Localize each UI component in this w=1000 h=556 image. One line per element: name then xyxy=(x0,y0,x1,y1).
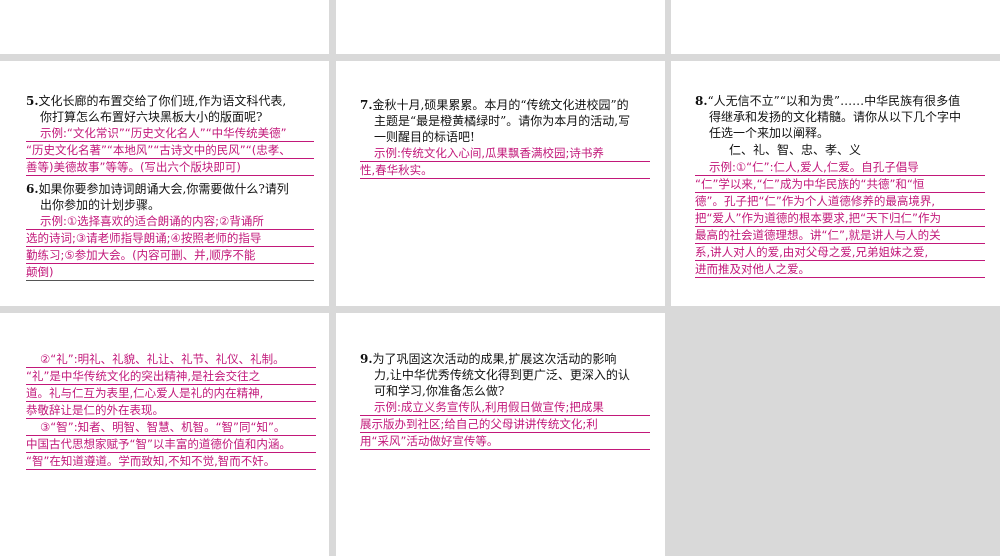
q5-text: 文化长廊的布置交给了你们班,作为语文科代表, xyxy=(38,94,287,108)
answer-line: 示例:“文化常识”“历史文化名人”“中华传统美德” xyxy=(26,125,314,142)
q6-text: 如果你要参加诗词朗诵大会,你需要做什么?请列 xyxy=(38,182,289,196)
answer-rule xyxy=(26,280,314,281)
answer-line: 德”。孔子把“仁”作为个人道德修养的最高境界, xyxy=(695,193,985,210)
panel-q9: 9.为了巩固这次活动的成果,扩展这次活动的影响 力,让中华优秀传统文化得到更广泛… xyxy=(336,313,665,556)
answer-line: 道。礼与仁互为表里,仁心爱人是礼的内在精神, xyxy=(26,385,316,402)
q8-number: 8. xyxy=(695,94,708,108)
q9-text-3: 可和学习,你准备怎么做? xyxy=(374,384,505,398)
question-9: 9.为了巩固这次活动的成果,扩展这次活动的影响 力,让中华优秀传统文化得到更广泛… xyxy=(360,351,650,450)
q6-text-2: 出你参加的计划步骤。 xyxy=(40,198,161,212)
answer-line: 最高的社会道德理想。讲“仁”,就是讲人与人的关 xyxy=(695,227,985,244)
q9-text: 为了巩固这次活动的成果,扩展这次活动的影响 xyxy=(372,352,617,366)
answer-line: 系,讲人对人的爱,由对父母之爱,兄弟姐妹之爱, xyxy=(695,244,985,261)
q7-text-3: 一则醒目的标语吧! xyxy=(374,130,475,144)
top-panel-middle xyxy=(336,0,665,54)
answer-line: 示例:成立义务宣传队,利用假日做宣传;把成果 xyxy=(360,399,650,416)
answer-line: “仁”学以来,“仁”成为中华民族的“共德”和“恒 xyxy=(695,176,985,193)
q6-number: 6. xyxy=(26,182,39,196)
q5-text-2: 你打算怎么布置好六块黑板大小的版面呢? xyxy=(40,110,263,124)
answer-line: 中国古代思想家赋予“智”以丰富的道德价值和内涵。 xyxy=(26,436,316,453)
q9-number: 9. xyxy=(360,352,373,366)
answer-line: 把“爱人”作为道德的根本要求,把“天下归仁”作为 xyxy=(695,210,985,227)
q5-number: 5. xyxy=(26,94,39,108)
answer-line: 选的诗词;③请老师指导朗诵;④按照老师的指导 xyxy=(26,230,314,247)
top-panel-left xyxy=(0,0,329,54)
q7-answer: 示例:传统文化入心间,瓜果飘香满校园;诗书养 性,春华秋实。 xyxy=(360,145,650,179)
panel-q8: 8.“人无信不立”“以和为贵”……中华民族有很多值 得继承和发扬的文化精髓。请你… xyxy=(671,61,1000,306)
question-5: 5.文化长廊的布置交给了你们班,作为语文科代表, 你打算怎么布置好六块黑板大小的… xyxy=(26,93,314,176)
answer-line: “历史文化名著”“本地风”“古诗文中的民风”“(忠孝、 xyxy=(26,142,314,159)
answer-line: 示例:①“仁”:仁人,爱人,仁爱。自孔子倡导 xyxy=(695,159,985,176)
answer-line: 善等)美德故事”等等。(写出六个版块即可) xyxy=(26,159,314,176)
q8-text-2: 得继承和发扬的文化精髓。请你从以下几个字中 xyxy=(709,110,962,124)
question-8: 8.“人无信不立”“以和为贵”……中华民族有很多值 得继承和发扬的文化精髓。请你… xyxy=(695,93,985,278)
panel-q7: 7.金秋十月,硕果累累。本月的“传统文化进校园”的 主题是“最是橙黄橘绿时”。请… xyxy=(336,61,665,306)
q9-text-2: 力,让中华优秀传统文化得到更广泛、更深入的认 xyxy=(374,368,630,382)
q8-text-3: 任选一个来加以阐释。 xyxy=(709,126,830,140)
answer-line: 恭敬辞让是仁的外在表现。 xyxy=(26,402,316,419)
q7-text-2: 主题是“最是橙黄橘绿时”。请你为本月的活动,写 xyxy=(374,114,631,128)
q7-number: 7. xyxy=(360,98,373,112)
answer-line: “礼”是中华传统文化的突出精神,是社会交往之 xyxy=(26,368,316,385)
answer-line: 性,春华秋实。 xyxy=(360,162,650,179)
answer-line: 展示版办到社区;给自己的父母讲讲传统文化;利 xyxy=(360,416,650,433)
question-6: 6.如果你要参加诗词朗诵大会,你需要做什么?请列 出你参加的计划步骤。 示例:①… xyxy=(26,181,314,281)
answer-line: 示例:①选择喜欢的适合朗诵的内容;②背诵所 xyxy=(26,213,314,230)
answer-line: “智”在知道遵道。学而致知,不知不觉,智而不奸。 xyxy=(26,453,316,470)
q6-answer: 示例:①选择喜欢的适合朗诵的内容;②背诵所 选的诗词;③请老师指导朗诵;④按照老… xyxy=(26,213,314,281)
panel-q5-q6: 5.文化长廊的布置交给了你们班,作为语文科代表, 你打算怎么布置好六块黑板大小的… xyxy=(0,61,329,306)
q7-text: 金秋十月,硕果累累。本月的“传统文化进校园”的 xyxy=(372,98,629,112)
q8-character-options: 仁、礼、智、忠、孝、义 xyxy=(729,143,862,157)
top-panel-right xyxy=(671,0,1000,54)
panel-q8-continued: ②“礼”:明礼、礼貌、礼让、礼节、礼仪、礼制。 “礼”是中华传统文化的突出精神,… xyxy=(0,313,329,556)
answer-line: 示例:传统文化入心间,瓜果飘香满校园;诗书养 xyxy=(360,145,650,162)
answer-line: ②“礼”:明礼、礼貌、礼让、礼节、礼仪、礼制。 xyxy=(26,351,316,368)
q9-answer: 示例:成立义务宣传队,利用假日做宣传;把成果 展示版办到社区;给自己的父母讲讲传… xyxy=(360,399,650,450)
q5-answer: 示例:“文化常识”“历史文化名人”“中华传统美德” “历史文化名著”“本地风”“… xyxy=(26,125,314,176)
question-7: 7.金秋十月,硕果累累。本月的“传统文化进校园”的 主题是“最是橙黄橘绿时”。请… xyxy=(360,97,650,179)
answer-line: ③“智”:知者、明智、智慧、机智。“智”同“知”。 xyxy=(26,419,316,436)
answer-line: 进而推及对他人之爱。 xyxy=(695,261,985,278)
answer-line: 颠倒) xyxy=(26,264,314,281)
q8-answer: 示例:①“仁”:仁人,爱人,仁爱。自孔子倡导 “仁”学以来,“仁”成为中华民族的… xyxy=(695,159,985,278)
q8-answer-continued: ②“礼”:明礼、礼貌、礼让、礼节、礼仪、礼制。 “礼”是中华传统文化的突出精神,… xyxy=(26,351,316,470)
answer-line: 用“采风”活动做好宣传等。 xyxy=(360,433,650,450)
answer-line: 勤练习;⑤参加大会。(内容可删、并,顺序不能 xyxy=(26,247,314,264)
q8-text: “人无信不立”“以和为贵”……中华民族有很多值 xyxy=(707,94,961,108)
